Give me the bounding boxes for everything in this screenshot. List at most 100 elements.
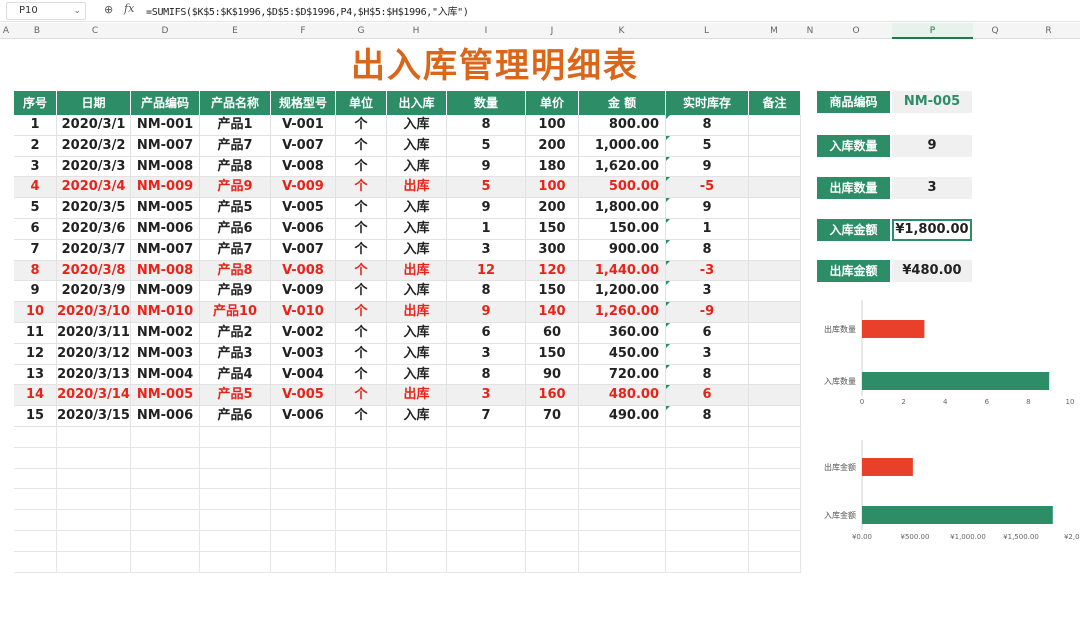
empty-cell[interactable] [447,551,526,573]
cell-note[interactable] [749,135,801,157]
empty-cell[interactable] [57,510,131,531]
empty-cell[interactable] [14,551,57,573]
cell-date[interactable]: 2020/3/12 [57,343,131,365]
amount-chart[interactable]: 出库金额 入库金额 ¥0.00 ¥500.00 ¥1,000.00 ¥1,500.00 ¥2… [810,440,1080,550]
empty-cell[interactable] [579,468,666,490]
header-qty[interactable]: 数量 [447,91,526,115]
cell-stock[interactable]: 6 [666,385,749,407]
cell-price[interactable]: 140 [526,302,579,323]
empty-cell[interactable] [666,531,749,552]
cell-spec[interactable]: V-008 [271,156,336,178]
cell-stock[interactable]: 5 [666,135,749,157]
cell-stock[interactable]: -5 [666,177,749,199]
empty-cell[interactable] [526,531,579,552]
cell-unit[interactable]: 个 [336,219,387,240]
empty-cell[interactable] [14,531,57,552]
cell-amount[interactable]: 490.00 [579,406,666,427]
empty-cell[interactable] [387,531,447,552]
cell-note[interactable] [749,156,801,178]
cell-stock[interactable]: 8 [666,239,749,261]
header-inout[interactable]: 出入库 [387,91,447,115]
empty-cell[interactable] [336,489,387,511]
cell-inout[interactable]: 入库 [387,219,447,240]
cell-amount[interactable]: 1,440.00 [579,260,666,282]
cell-price[interactable]: 200 [526,135,579,157]
empty-cell[interactable] [200,468,271,490]
out-amount-value[interactable]: ¥480.00 [892,260,972,282]
cell-amount[interactable]: 480.00 [579,385,666,407]
name-box[interactable]: P10 ⌄ [6,2,86,20]
empty-cell[interactable] [666,427,749,448]
empty-cell[interactable] [271,427,336,448]
empty-cell[interactable] [200,489,271,511]
cell-seq[interactable]: 13 [14,364,57,386]
function-icon[interactable]: fx [124,2,134,15]
column-header-o[interactable]: O [820,23,892,39]
empty-cell[interactable] [131,489,200,511]
empty-cell[interactable] [579,531,666,552]
cell-note[interactable] [749,406,801,427]
cell-price[interactable]: 120 [526,260,579,282]
empty-cell[interactable] [526,510,579,531]
cell-date[interactable]: 2020/3/2 [57,135,131,157]
cell-note[interactable] [749,364,801,386]
empty-cell[interactable] [579,551,666,573]
cell-seq[interactable]: 5 [14,198,57,219]
cell-amount[interactable]: 800.00 [579,115,666,136]
cell-name[interactable]: 产品8 [200,156,271,178]
empty-cell[interactable] [666,468,749,490]
empty-cell[interactable] [526,447,579,469]
cell-stock[interactable]: 8 [666,364,749,386]
cell-amount[interactable]: 1,000.00 [579,135,666,157]
cell-date[interactable]: 2020/3/15 [57,406,131,427]
cell-inout[interactable]: 入库 [387,281,447,303]
empty-cell[interactable] [579,447,666,469]
cell-code[interactable]: NM-004 [131,364,200,386]
empty-cell[interactable] [200,531,271,552]
cell-note[interactable] [749,302,801,323]
empty-cell[interactable] [57,447,131,469]
empty-cell[interactable] [387,510,447,531]
cell-name[interactable]: 产品3 [200,343,271,365]
cell-code[interactable]: NM-006 [131,406,200,427]
cell-price[interactable]: 150 [526,281,579,303]
cell-amount[interactable]: 720.00 [579,364,666,386]
empty-cell[interactable] [387,551,447,573]
header-amount[interactable]: 金 额 [579,91,666,115]
cell-spec[interactable]: V-009 [271,281,336,303]
header-price[interactable]: 单价 [526,91,579,115]
cell-name[interactable]: 产品4 [200,364,271,386]
cell-qty[interactable]: 9 [447,302,526,323]
cell-amount[interactable]: 900.00 [579,239,666,261]
header-seq[interactable]: 序号 [14,91,57,115]
header-date[interactable]: 日期 [57,91,131,115]
cell-seq[interactable]: 2 [14,135,57,157]
cell-unit[interactable]: 个 [336,281,387,303]
empty-cell[interactable] [579,427,666,448]
cell-unit[interactable]: 个 [336,364,387,386]
cell-note[interactable] [749,385,801,407]
cell-unit[interactable]: 个 [336,239,387,261]
cell-inout[interactable]: 出库 [387,260,447,282]
cell-code[interactable]: NM-009 [131,281,200,303]
cell-price[interactable]: 100 [526,115,579,136]
cell-unit[interactable]: 个 [336,156,387,178]
empty-cell[interactable] [200,551,271,573]
cell-spec[interactable]: V-009 [271,177,336,199]
cell-seq[interactable]: 3 [14,156,57,178]
empty-cell[interactable] [387,489,447,511]
empty-cell[interactable] [57,531,131,552]
product-code-value[interactable]: NM-005 [892,91,972,113]
empty-cell[interactable] [14,489,57,511]
empty-cell[interactable] [579,510,666,531]
cell-code[interactable]: NM-001 [131,115,200,136]
cell-date[interactable]: 2020/3/14 [57,385,131,407]
cell-price[interactable]: 60 [526,323,579,344]
column-header-a[interactable]: A [0,23,12,39]
empty-cell[interactable] [749,427,801,448]
cell-stock[interactable]: 6 [666,323,749,344]
empty-cell[interactable] [131,468,200,490]
empty-cell[interactable] [387,447,447,469]
out-qty-value[interactable]: 3 [892,177,972,199]
empty-cell[interactable] [666,510,749,531]
